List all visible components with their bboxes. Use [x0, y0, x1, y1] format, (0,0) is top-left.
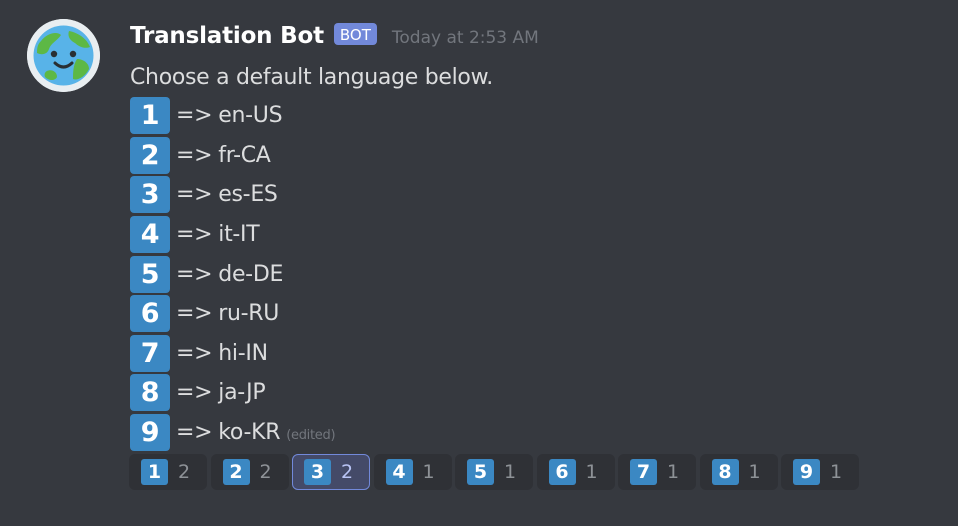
arrow-text: => [176, 261, 213, 287]
language-code: ru-RU [218, 301, 280, 327]
language-option-line: 8 => ja-JP [130, 373, 493, 413]
arrow-text: => [176, 340, 213, 366]
keycap-digit-1-icon: 1 [130, 97, 170, 135]
language-code: es-ES [218, 182, 278, 208]
language-code: it-IT [218, 222, 260, 248]
language-code: ko-KR [218, 420, 281, 446]
arrow-text: => [176, 103, 213, 129]
language-option-line: 4 => it-IT [130, 215, 493, 255]
arrow-text: => [176, 420, 213, 446]
globe-smiley-icon [27, 19, 100, 92]
edited-label: (edited) [286, 428, 336, 444]
keycap-digit-5-icon: 5 [467, 459, 494, 485]
reaction-count: 1 [748, 461, 761, 483]
arrow-text: => [176, 182, 213, 208]
reaction-count: 1 [422, 461, 435, 483]
keycap-digit-5-icon: 5 [130, 255, 170, 293]
chat-message: Translation Bot BOT Today at 2:53 AM Cho… [0, 0, 958, 526]
keycap-digit-1-icon: 1 [141, 459, 168, 485]
keycap-digit-7-icon: 7 [630, 459, 657, 485]
language-option-line: 9 => ko-KR (edited) [130, 413, 493, 453]
keycap-digit-8-icon: 8 [130, 374, 170, 412]
keycap-digit-2-icon: 2 [130, 136, 170, 174]
message-timestamp: Today at 2:53 AM [391, 28, 539, 48]
reaction-count: 1 [585, 461, 598, 483]
keycap-digit-3-icon: 3 [304, 459, 331, 485]
keycap-digit-6-icon: 6 [130, 295, 170, 333]
keycap-digit-9-icon: 9 [793, 459, 820, 485]
language-option-line: 3 => es-ES [130, 175, 493, 215]
keycap-digit-7-icon: 7 [130, 334, 170, 372]
message-intro-line: Choose a default language below. [130, 58, 493, 96]
arrow-text: => [176, 142, 213, 168]
keycap-digit-9-icon: 9 [130, 414, 170, 452]
language-code: en-US [218, 103, 283, 129]
language-option-line: 2 => fr-CA [130, 136, 493, 176]
reaction-button-4[interactable]: 41 [373, 454, 452, 490]
reaction-count: 2 [341, 461, 354, 483]
message-header: Translation Bot BOT Today at 2:53 AM [130, 18, 539, 54]
message-content: Choose a default language below. 1 => en-U… [130, 58, 493, 452]
language-option-line: 1 => en-US [130, 96, 493, 136]
reaction-count: 2 [259, 461, 272, 483]
language-code: fr-CA [218, 142, 271, 168]
language-option-line: 7 => hi-IN [130, 334, 493, 374]
arrow-text: => [176, 380, 213, 406]
reaction-button-2[interactable]: 22 [210, 454, 289, 490]
message-intro-text: Choose a default language below. [130, 64, 493, 90]
language-option-line: 5 => de-DE [130, 254, 493, 294]
keycap-digit-2-icon: 2 [222, 459, 250, 485]
bot-avatar[interactable] [27, 19, 100, 92]
reaction-button-3[interactable]: 32 [292, 454, 370, 490]
reaction-count: 2 [178, 461, 191, 483]
reaction-count: 1 [830, 461, 843, 483]
language-code: hi-IN [218, 340, 268, 366]
reaction-button-6[interactable]: 61 [536, 454, 615, 490]
reaction-count: 1 [667, 461, 680, 483]
keycap-digit-3-icon: 3 [130, 176, 170, 214]
keycap-digit-8-icon: 8 [711, 459, 739, 485]
language-options-list: 1 => en-US 2 => fr-CA 3 => es-ES 4 => it-IT 5 => de-DE… [130, 96, 493, 452]
reaction-count: 1 [504, 461, 517, 483]
reaction-button-1[interactable]: 12 [129, 454, 207, 490]
reaction-button-5[interactable]: 51 [455, 454, 533, 490]
language-code: ja-JP [218, 380, 266, 406]
reaction-button-8[interactable]: 81 [699, 454, 778, 490]
bot-tag: BOT [333, 23, 377, 45]
language-code: de-DE [218, 261, 284, 287]
reaction-button-7[interactable]: 71 [618, 454, 696, 490]
keycap-digit-6-icon: 6 [548, 459, 576, 485]
arrow-text: => [176, 301, 213, 327]
arrow-text: => [176, 222, 213, 248]
reaction-button-9[interactable]: 91 [781, 454, 859, 490]
language-option-line: 6 => ru-RU [130, 294, 493, 334]
reactions-bar: 122232415161718191 [129, 454, 863, 490]
keycap-digit-4-icon: 4 [385, 459, 413, 485]
author-name[interactable]: Translation Bot [130, 23, 324, 49]
keycap-digit-4-icon: 4 [130, 216, 170, 254]
